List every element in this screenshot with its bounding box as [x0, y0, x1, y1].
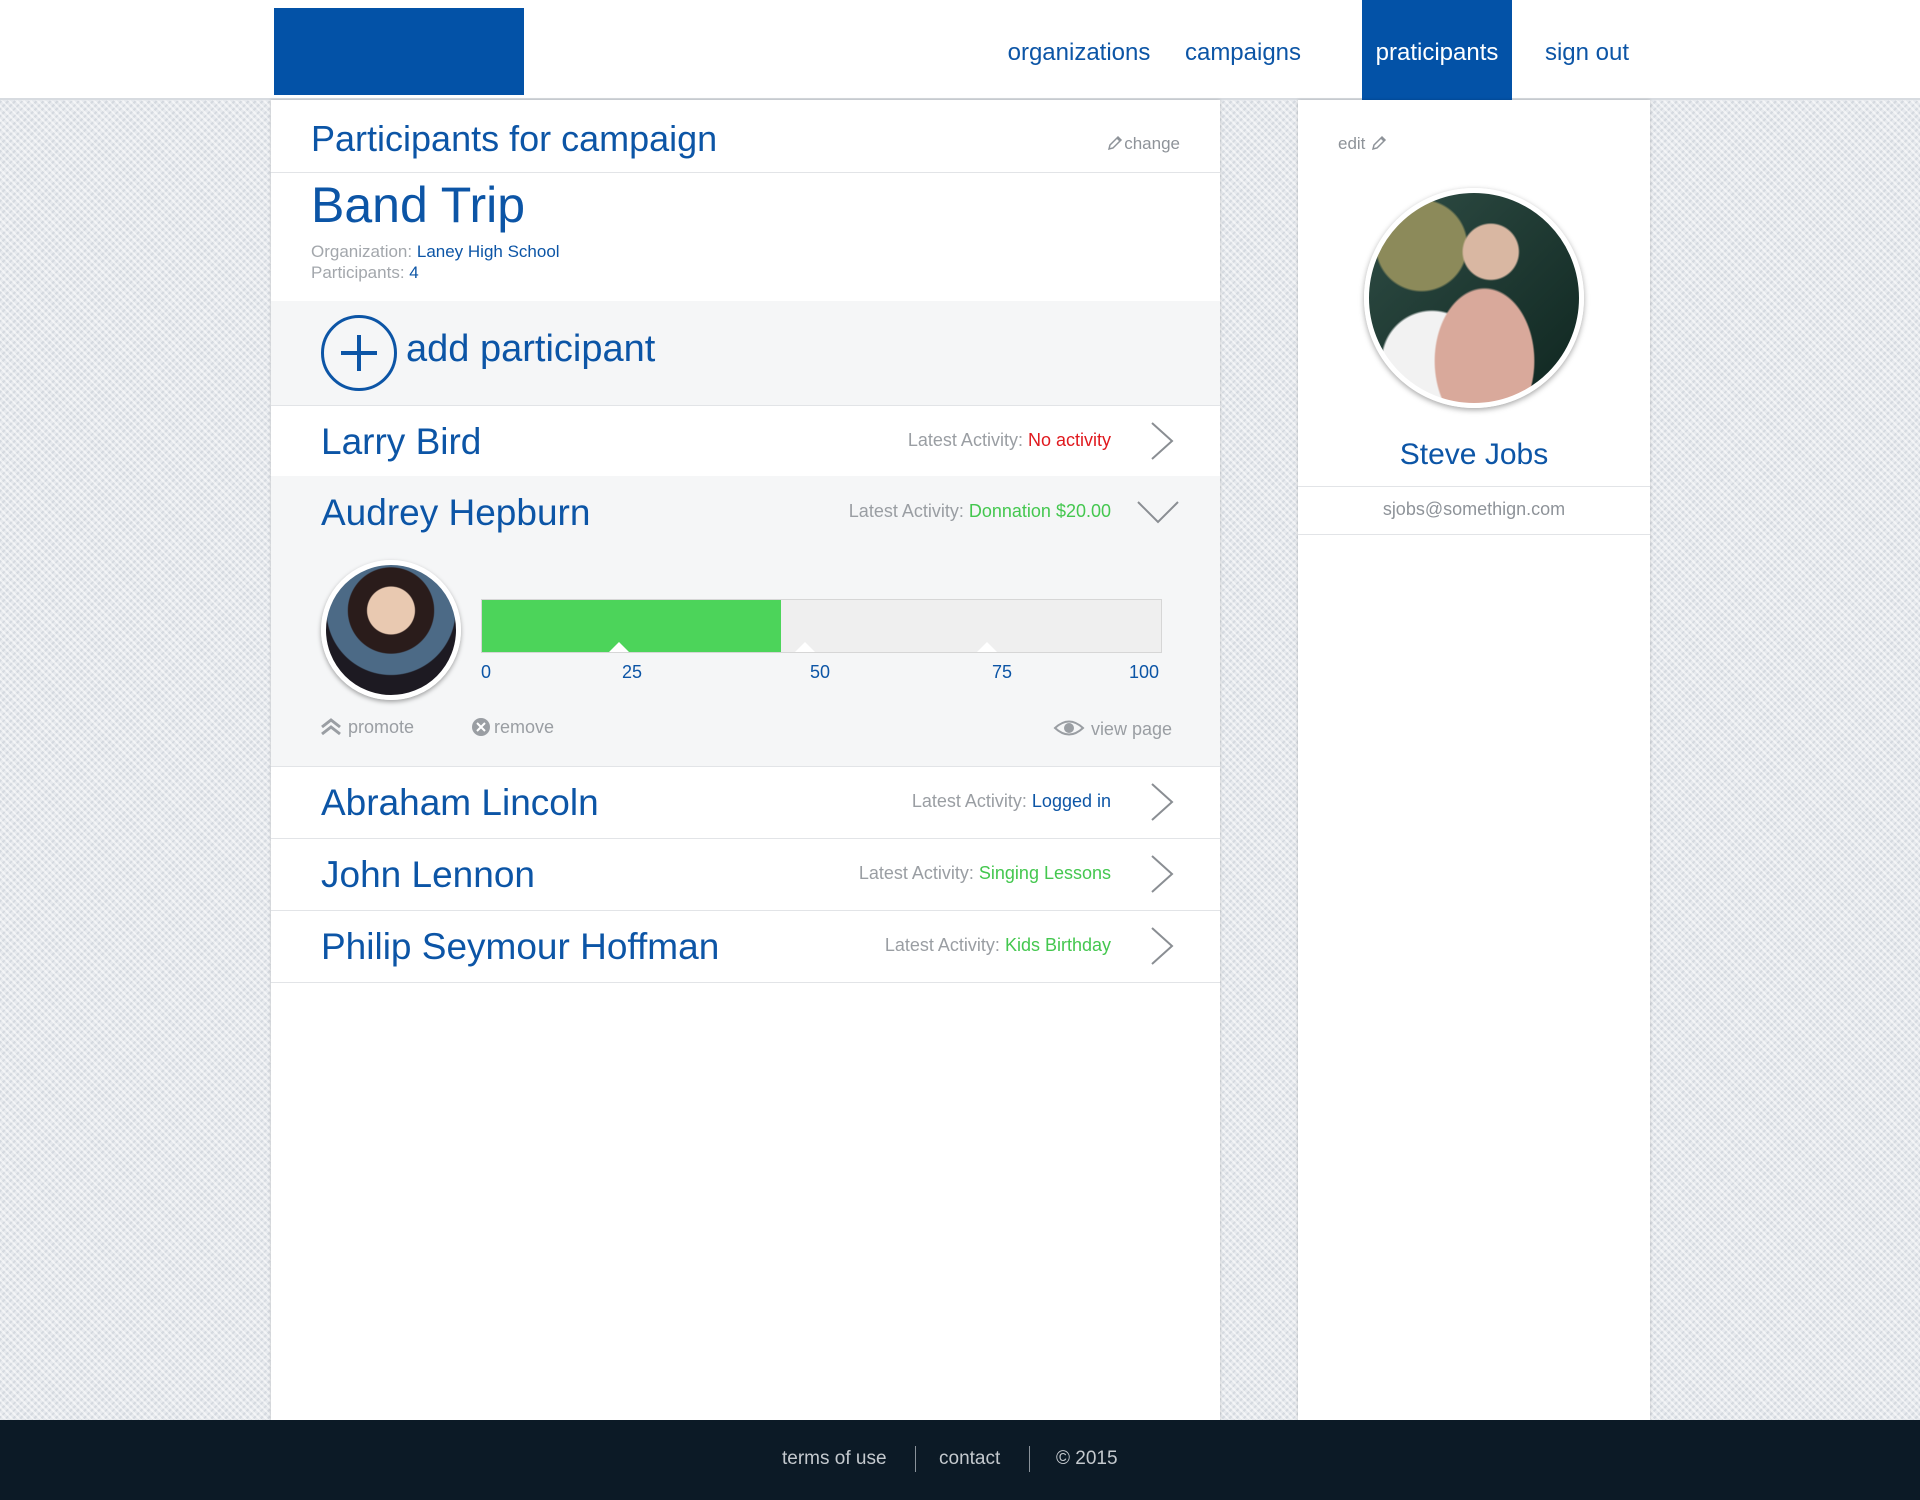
participant-avatar — [321, 560, 461, 700]
activity-label: Latest Activity: — [884, 935, 1000, 955]
campaign-name: Band Trip — [311, 177, 526, 233]
participant-row-audrey-hepburn-expanded: Audrey Hepburn Latest Activity: Donnatio… — [271, 476, 1220, 766]
plus-circle-icon — [321, 315, 397, 391]
page-title: Participants for campaign — [311, 118, 718, 159]
divider — [1298, 534, 1650, 535]
activity-value: Logged in — [1031, 791, 1111, 811]
activity-value: Kids Birthday — [1004, 935, 1111, 955]
participants-count-line: Participants: 4 — [311, 263, 419, 283]
participants-count-value: 4 — [409, 263, 419, 282]
progress-tick-label: 100 — [1128, 662, 1160, 682]
participant-name: Larry Bird — [321, 421, 482, 462]
participant-activity: Latest Activity: Logged in — [912, 791, 1111, 812]
participant-row-larry-bird[interactable]: Larry Bird Latest Activity: No activity — [271, 405, 1220, 477]
pencil-icon — [1372, 135, 1387, 151]
participant-name: John Lennon — [321, 854, 535, 895]
progress-fill — [482, 600, 781, 652]
nav-sign-out[interactable]: sign out — [1531, 0, 1643, 100]
participant-activity: Latest Activity: Donnation $20.00 — [849, 501, 1111, 522]
progress-bar — [481, 599, 1162, 653]
organization-line: Organization: Laney High School — [311, 242, 560, 262]
participants-count-label: Participants: — [311, 263, 405, 282]
eye-icon — [1053, 720, 1085, 736]
chevron-right-icon[interactable] — [1148, 421, 1176, 461]
change-campaign-link[interactable]: change — [1106, 134, 1180, 154]
double-chevron-up-icon — [321, 718, 341, 736]
organization-value[interactable]: Laney High School — [417, 242, 560, 261]
chevron-right-icon[interactable] — [1148, 782, 1176, 822]
progress-tick-marker — [795, 642, 815, 652]
user-sidebar: edit Steve Jobs sjobs@somethign.com — [1298, 100, 1650, 1420]
footer-separator — [1029, 1446, 1030, 1472]
view-page-label: view page — [1090, 719, 1172, 739]
participant-name: Abraham Lincoln — [321, 782, 599, 823]
activity-value: Donnation $20.00 — [968, 501, 1111, 521]
participant-name: Philip Seymour Hoffman — [321, 926, 720, 967]
copyright: © 2015 — [1056, 1448, 1118, 1469]
pencil-icon — [1108, 135, 1123, 151]
footer-separator — [915, 1446, 916, 1472]
nav-participants[interactable]: praticipants — [1362, 0, 1512, 100]
view-page-button[interactable]: view page — [1053, 717, 1172, 740]
header: organizations campaigns praticipants sig… — [0, 0, 1920, 100]
progress-tick-label: 25 — [621, 662, 643, 682]
progress-tick-marker — [609, 642, 629, 652]
activity-value: Singing Lessons — [978, 863, 1111, 883]
participant-row-abraham-lincoln[interactable]: Abraham Lincoln Latest Activity: Logged … — [271, 766, 1220, 838]
organization-label: Organization: — [311, 242, 413, 261]
remove-label: remove — [494, 717, 555, 737]
chevron-right-icon[interactable] — [1148, 854, 1176, 894]
participant-row-audrey-hepburn[interactable]: Audrey Hepburn Latest Activity: Donnatio… — [271, 476, 1220, 548]
change-label: change — [1124, 134, 1180, 153]
progress-tick-label: 50 — [809, 662, 831, 682]
edit-profile-link[interactable]: edit — [1338, 134, 1388, 154]
activity-value: No activity — [1027, 430, 1111, 450]
user-avatar — [1364, 188, 1584, 408]
participants-panel: Participants for campaign change Band Tr… — [271, 100, 1220, 1420]
footer: terms of use contact © 2015 — [0, 1420, 1920, 1500]
promote-button[interactable]: promote — [320, 717, 414, 738]
user-email: sjobs@somethign.com — [1382, 499, 1566, 519]
nav-campaigns[interactable]: campaigns — [1175, 0, 1311, 100]
divider — [271, 982, 1220, 983]
contact-link[interactable]: contact — [939, 1448, 1000, 1470]
participant-activity: Latest Activity: Kids Birthday — [885, 935, 1111, 956]
terms-link[interactable]: terms of use — [782, 1448, 887, 1470]
progress-tick-label: 0 — [480, 662, 492, 682]
activity-label: Latest Activity: — [911, 791, 1027, 811]
activity-label: Latest Activity: — [858, 863, 974, 883]
chevron-right-icon[interactable] — [1148, 926, 1176, 966]
add-participant-label: add participant — [406, 328, 656, 370]
campaign-info: Band Trip Organization: Laney High Schoo… — [271, 172, 1220, 301]
participant-name: Audrey Hepburn — [321, 492, 591, 533]
user-name: Steve Jobs — [1399, 438, 1549, 471]
remove-circle-icon — [472, 718, 490, 736]
activity-label: Latest Activity: — [907, 430, 1023, 450]
title-row: Participants for campaign change — [271, 100, 1220, 172]
activity-label: Latest Activity: — [848, 501, 964, 521]
participant-row-john-lennon[interactable]: John Lennon Latest Activity: Singing Les… — [271, 838, 1220, 910]
logo[interactable] — [274, 8, 524, 95]
participant-row-philip-seymour-hoffman[interactable]: Philip Seymour Hoffman Latest Activity: … — [271, 910, 1220, 982]
progress-tick-label: 75 — [991, 662, 1013, 682]
participant-activity: Latest Activity: No activity — [908, 430, 1111, 451]
chevron-down-icon[interactable] — [1136, 500, 1180, 526]
edit-label: edit — [1338, 134, 1366, 153]
add-participant-button[interactable]: add participant — [271, 301, 1220, 405]
participant-activity: Latest Activity: Singing Lessons — [859, 863, 1111, 884]
promote-label: promote — [348, 717, 415, 737]
progress-tick-marker — [977, 642, 997, 652]
divider — [1298, 486, 1650, 487]
nav-organizations[interactable]: organizations — [1005, 0, 1153, 100]
remove-button[interactable]: remove — [471, 717, 554, 738]
